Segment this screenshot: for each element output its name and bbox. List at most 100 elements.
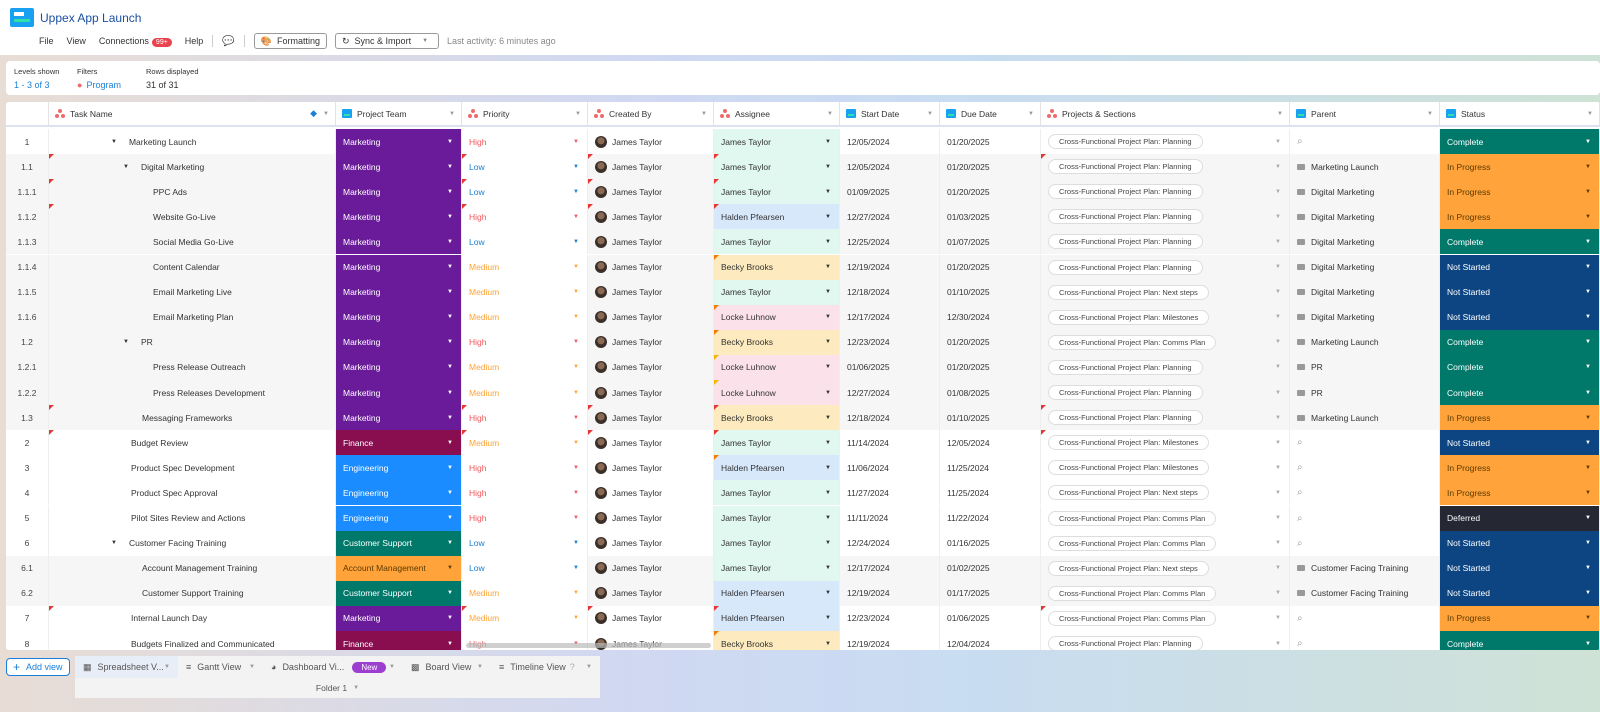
status-select[interactable]: Complete ▼	[1440, 631, 1600, 650]
project-team-select[interactable]: Engineering ▼	[336, 505, 462, 531]
projects-sections-cell[interactable]: Cross-Functional Project Plan: Comms Pla…	[1041, 530, 1290, 556]
project-team-select[interactable]: Customer Support ▼	[336, 530, 462, 556]
parent-cell[interactable]: Digital Marketing	[1290, 254, 1440, 280]
tab-dashboard-view[interactable]: ◕ Dashboard Vi... New ▼	[263, 656, 403, 678]
project-team-select[interactable]: Marketing ▼	[336, 229, 462, 255]
task-name-cell[interactable]: PPC Ads	[49, 179, 336, 205]
status-select[interactable]: Complete ▼	[1440, 229, 1600, 255]
status-select[interactable]: In Progress ▼	[1440, 455, 1600, 481]
formatting-button[interactable]: 🎨 Formatting	[253, 33, 327, 49]
due-date-cell[interactable]: 01/20/2025	[940, 254, 1041, 280]
status-select[interactable]: Not Started ▼	[1440, 530, 1600, 556]
chevron-down-icon[interactable]: ▼	[827, 111, 833, 117]
due-date-cell[interactable]: 01/20/2025	[940, 179, 1041, 205]
task-name-cell[interactable]: ▼ PR	[49, 329, 336, 355]
project-team-select[interactable]: Marketing ▼	[336, 304, 462, 330]
status-select[interactable]: Not Started ▼	[1440, 254, 1600, 280]
column-header-projects-sections[interactable]: Projects & Sections ▼	[1041, 102, 1290, 127]
comment-icon[interactable]: 💬	[222, 36, 234, 47]
project-team-select[interactable]: Marketing ▼	[336, 405, 462, 431]
task-name-cell[interactable]: Budget Review	[49, 430, 336, 456]
parent-cell[interactable]: Digital Marketing	[1290, 279, 1440, 305]
due-date-cell[interactable]: 01/16/2025	[940, 530, 1041, 556]
project-team-select[interactable]: Marketing ▼	[336, 179, 462, 205]
levels-shown[interactable]: Levels shown 1 - 3 of 3	[14, 67, 59, 90]
status-select[interactable]: Complete ▼	[1440, 380, 1600, 405]
assignee-select[interactable]: James Taylor ▼	[714, 154, 840, 180]
task-name-cell[interactable]: ▼ Marketing Launch	[49, 129, 336, 154]
project-team-select[interactable]: Customer Support ▼	[336, 580, 462, 606]
projects-sections-cell[interactable]: Cross-Functional Project Plan: Planning ▼	[1041, 405, 1290, 431]
projects-sections-cell[interactable]: Cross-Functional Project Plan: Planning ▼	[1041, 229, 1290, 255]
table-row[interactable]: 1 ▼ Marketing Launch Marketing ▼ High ▼ James T…	[6, 129, 1600, 154]
start-date-cell[interactable]: 12/19/2024	[840, 631, 940, 650]
status-select[interactable]: Complete ▼	[1440, 329, 1600, 355]
table-row[interactable]: 1.1.3 Social Media Go-Live Marketing ▼ Low ▼ J…	[6, 229, 1600, 255]
project-team-select[interactable]: Marketing ▼	[336, 254, 462, 280]
table-row[interactable]: 1.1.2 Website Go-Live Marketing ▼ High ▼ James…	[6, 204, 1600, 230]
projects-sections-cell[interactable]: Cross-Functional Project Plan: Milestone…	[1041, 430, 1290, 456]
due-date-cell[interactable]: 11/25/2024	[940, 455, 1041, 481]
priority-select[interactable]: Medium ▼	[462, 605, 588, 631]
start-date-cell[interactable]: 11/27/2024	[840, 480, 940, 506]
assignee-select[interactable]: James Taylor ▼	[714, 430, 840, 456]
start-date-cell[interactable]: 12/19/2024	[840, 580, 940, 606]
assignee-select[interactable]: Becky Brooks ▼	[714, 631, 840, 650]
table-row[interactable]: 3 Product Spec Development Engineering ▼ Hig…	[6, 455, 1600, 481]
priority-select[interactable]: Low ▼	[462, 530, 588, 556]
menu-help[interactable]: Help	[185, 36, 204, 46]
task-name-cell[interactable]: Product Spec Development	[49, 455, 336, 481]
parent-cell[interactable]: Marketing Launch	[1290, 405, 1440, 431]
due-date-cell[interactable]: 01/20/2025	[940, 129, 1041, 154]
project-team-select[interactable]: Engineering ▼	[336, 455, 462, 481]
parent-cell[interactable]: Customer Facing Training	[1290, 580, 1440, 606]
table-row[interactable]: 1.1.1 PPC Ads Marketing ▼ Low ▼ James Taylor Ja…	[6, 179, 1600, 205]
due-date-cell[interactable]: 01/03/2025	[940, 204, 1041, 230]
assignee-select[interactable]: James Taylor ▼	[714, 480, 840, 506]
task-name-cell[interactable]: Website Go-Live	[49, 204, 336, 230]
project-team-select[interactable]: Marketing ▼	[336, 380, 462, 405]
task-name-cell[interactable]: Budgets Finalized and Communicated	[49, 631, 336, 650]
chevron-down-icon[interactable]: ▼	[575, 111, 581, 117]
project-team-select[interactable]: Marketing ▼	[336, 204, 462, 230]
priority-select[interactable]: Medium ▼	[462, 580, 588, 606]
priority-select[interactable]: High▼	[462, 480, 588, 506]
project-team-select[interactable]: Marketing ▼	[336, 279, 462, 305]
start-date-cell[interactable]: 12/24/2024	[840, 530, 940, 556]
task-name-cell[interactable]: Press Release Outreach	[49, 354, 336, 380]
horizontal-scrollbar[interactable]	[466, 643, 711, 648]
projects-sections-cell[interactable]: Cross-Functional Project Plan: Planning ▼	[1041, 204, 1290, 230]
projects-sections-cell[interactable]: Cross-Functional Project Plan: Planning ▼	[1041, 380, 1290, 405]
due-date-cell[interactable]: 01/20/2025	[940, 154, 1041, 180]
parent-cell[interactable]: ⌕	[1290, 480, 1440, 506]
tab-board-view[interactable]: ▩ Board View ▼	[403, 656, 491, 678]
parent-cell[interactable]: Digital Marketing	[1290, 204, 1440, 230]
projects-sections-cell[interactable]: Cross-Functional Project Plan: Planning ▼	[1041, 179, 1290, 205]
assignee-select[interactable]: Halden Pfearsen ▼	[714, 605, 840, 631]
table-row[interactable]: 1.2.2 Press Releases Development Marketing…	[6, 380, 1600, 405]
priority-select[interactable]: Low ▼	[462, 179, 588, 205]
priority-select[interactable]: Low ▼	[462, 154, 588, 180]
table-row[interactable]: 1.1.6 Email Marketing Plan Marketing ▼ Mediu…	[6, 304, 1600, 330]
parent-cell[interactable]: Marketing Launch	[1290, 329, 1440, 355]
priority-select[interactable]: Low ▼	[462, 229, 588, 255]
assignee-select[interactable]: James Taylor ▼	[714, 229, 840, 255]
assignee-select[interactable]: Becky Brooks ▼	[714, 254, 840, 280]
status-select[interactable]: Complete ▼	[1440, 129, 1600, 154]
due-date-cell[interactable]: 01/02/2025	[940, 555, 1041, 581]
column-header-due-date[interactable]: Due Date ▼	[940, 102, 1041, 127]
parent-cell[interactable]: ⌕	[1290, 631, 1440, 650]
parent-cell[interactable]: ⌕	[1290, 505, 1440, 531]
task-name-cell[interactable]: Email Marketing Live	[49, 279, 336, 305]
chevron-down-icon[interactable]: ▼	[1587, 111, 1593, 117]
status-select[interactable]: In Progress ▼	[1440, 179, 1600, 205]
chevron-down-icon[interactable]: ▼	[927, 111, 933, 117]
project-team-select[interactable]: Marketing ▼	[336, 329, 462, 355]
start-date-cell[interactable]: 12/18/2024	[840, 405, 940, 431]
task-name-cell[interactable]: Pilot Sites Review and Actions	[49, 505, 336, 531]
priority-select[interactable]: High▼	[462, 455, 588, 481]
start-date-cell[interactable]: 12/18/2024	[840, 279, 940, 305]
status-select[interactable]: In Progress ▼	[1440, 605, 1600, 631]
task-name-cell[interactable]: Email Marketing Plan	[49, 304, 336, 330]
table-row[interactable]: 1.2.1 Press Release Outreach Marketing ▼ Med…	[6, 354, 1600, 380]
